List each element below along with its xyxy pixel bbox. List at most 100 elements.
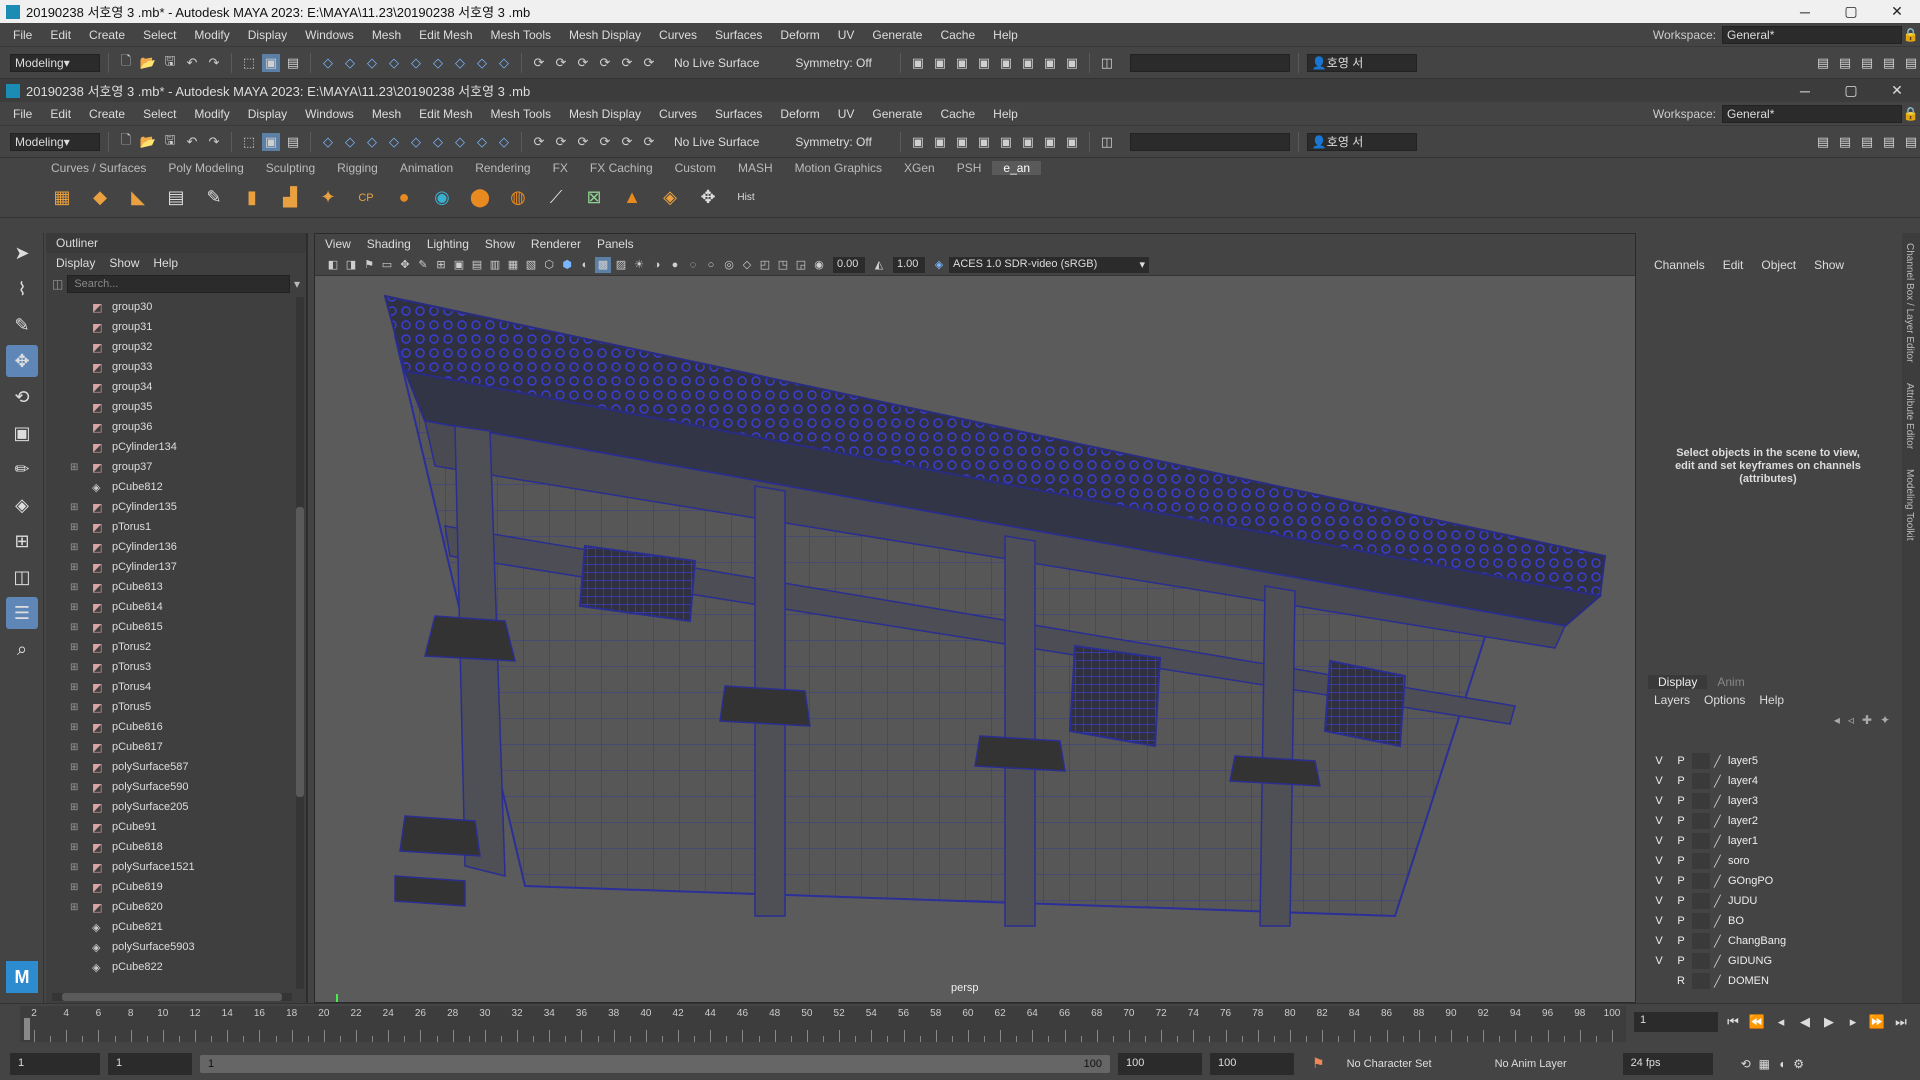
layer-row[interactable]: V P ╱ BO <box>1648 911 1886 931</box>
expand-icon[interactable]: ⊞ <box>70 642 82 653</box>
filter-icon[interactable]: ◫ <box>52 277 63 291</box>
attribute-editor-icon[interactable]: ▤ <box>1858 54 1876 72</box>
outliner-item[interactable]: ⊞ ◩ polySurface1521 <box>46 857 294 877</box>
color-space-select[interactable]: ACES 1.0 SDR-video (sRGB) ▾ <box>949 256 1149 273</box>
outliner-item[interactable]: ⊞ ◩ pCube819 <box>46 877 294 897</box>
combine-icon[interactable]: ▟ <box>276 184 304 212</box>
snap-surface-icon[interactable]: ◇ <box>407 54 425 72</box>
snap-point-icon[interactable]: ◇ <box>363 54 381 72</box>
outliner-item[interactable]: ◩ group31 <box>46 317 294 337</box>
outliner-menu-display[interactable]: Display <box>56 256 95 270</box>
menu-item-mesh[interactable]: Mesh <box>363 28 410 42</box>
outliner-layout-icon[interactable]: ☰ <box>6 597 38 629</box>
outliner-item[interactable]: ◩ group32 <box>46 337 294 357</box>
render-current-icon[interactable]: ▣ <box>931 54 949 72</box>
menu-item-help[interactable]: Help <box>984 28 1027 42</box>
shelf-tab-motion-graphics[interactable]: Motion Graphics <box>784 161 893 175</box>
menu-item-surfaces[interactable]: Surfaces <box>706 107 771 121</box>
lock-icon[interactable]: ◇ <box>473 54 491 72</box>
menu-item-surfaces[interactable]: Surfaces <box>706 28 771 42</box>
layer-visibility-toggle[interactable]: V <box>1648 835 1670 847</box>
outliner-item[interactable]: ⊞ ◩ pTorus4 <box>46 677 294 697</box>
animation-end-field[interactable]: 100 <box>1210 1052 1294 1075</box>
separate-icon[interactable]: ✦ <box>314 184 342 212</box>
expand-icon[interactable]: ⊞ <box>70 822 82 833</box>
layer-visibility-toggle[interactable]: V <box>1648 915 1670 927</box>
menu-item-mesh[interactable]: Mesh <box>363 107 410 121</box>
time-ruler[interactable]: 2 4 6 8 10 12 14 16 18 20 22 24 26 28 30 32 34 36 38 40 42 44… <box>20 1006 1626 1042</box>
outliner-item[interactable]: ◩ group30 <box>46 297 294 317</box>
modeling-toolkit-icon[interactable]: ▤ <box>1814 54 1832 72</box>
shelf-tab-psh[interactable]: PSH <box>946 161 993 175</box>
exposure-icon[interactable]: ◉ <box>811 257 827 273</box>
shelf-tab-fx[interactable]: FX <box>542 161 579 175</box>
cylinder-icon[interactable]: ⬤ <box>466 184 494 212</box>
playback-end-field[interactable]: 100 <box>1118 1052 1202 1075</box>
shelf-tab-fx-caching[interactable]: FX Caching <box>579 161 664 175</box>
wireframe-icon[interactable]: ⬡ <box>541 257 557 273</box>
select-hierarchy-icon[interactable]: ⬚ <box>240 133 258 151</box>
layer-row[interactable]: V P ╱ layer3 <box>1648 791 1886 811</box>
maximize-button[interactable]: ▢ <box>1828 3 1874 20</box>
bookmark-icon[interactable]: ⚑ <box>361 257 377 273</box>
layer-row[interactable]: V P ╱ JUDU <box>1648 891 1886 911</box>
animation-start-field[interactable]: 1 <box>10 1052 100 1075</box>
attribute-editor-icon[interactable]: ▤ <box>1858 133 1876 151</box>
shelf-tab-rendering[interactable]: Rendering <box>464 161 541 175</box>
side-tab-1[interactable]: Attribute Editor <box>1902 373 1917 459</box>
outliner-menu-show[interactable]: Show <box>109 256 139 270</box>
menu-item-uv[interactable]: UV <box>829 107 864 121</box>
cache-playback-icon[interactable]: ▦ <box>1759 1057 1770 1071</box>
grid-tool-icon[interactable]: ▦ <box>48 184 76 212</box>
play-forward-icon[interactable]: ▶ <box>1820 1014 1838 1030</box>
viewport-menu-shading[interactable]: Shading <box>367 237 411 251</box>
step-back-frame-icon[interactable]: ◂ <box>1772 1014 1790 1030</box>
gamma-field[interactable]: 1.00 <box>893 256 925 273</box>
side-tab-2[interactable]: Modeling Toolkit <box>1902 459 1917 551</box>
outliner-item[interactable]: ⊞ ◩ pTorus3 <box>46 657 294 677</box>
layer-visibility-toggle[interactable]: V <box>1648 775 1670 787</box>
auto-key-icon[interactable]: ⚑ <box>1312 1055 1325 1072</box>
layer-visibility-toggle[interactable]: V <box>1648 895 1670 907</box>
maximize-button[interactable]: ▢ <box>1828 82 1874 99</box>
construction-history-icon[interactable]: ⟳ <box>574 133 592 151</box>
character-controls-icon[interactable]: ▤ <box>1836 54 1854 72</box>
camera-attr-icon[interactable]: ◨ <box>343 257 359 273</box>
select-component-icon[interactable]: ▤ <box>284 133 302 151</box>
snap-curve-icon[interactable]: ◇ <box>341 54 359 72</box>
cone-icon[interactable]: ◍ <box>504 184 532 212</box>
outliner-item[interactable]: ⊞ ◩ pCube816 <box>46 717 294 737</box>
isolate-select-icon[interactable]: ◇ <box>739 257 755 273</box>
outliner-item[interactable]: ⊞ ◩ pCube818 <box>46 837 294 857</box>
rotate-ops-icon[interactable]: ⟳ <box>640 54 658 72</box>
user-account-select[interactable]: 👤 호영 서 <box>1306 132 1417 151</box>
snap-point-icon[interactable]: ◇ <box>363 133 381 151</box>
save-scene-icon[interactable]: 🖫 <box>161 53 179 72</box>
undo-icon[interactable]: ↶ <box>183 133 201 151</box>
pen-icon[interactable]: ✎ <box>200 184 228 212</box>
go-to-end-icon[interactable]: ⏭ <box>1892 1014 1910 1030</box>
outliner-item[interactable]: ⊞ ◩ pCube817 <box>46 737 294 757</box>
channel-box-menu-channels[interactable]: Channels <box>1654 258 1705 272</box>
playback-start-field[interactable]: 1 <box>108 1052 192 1075</box>
lasso-tool-icon[interactable]: ⌇ <box>6 273 38 305</box>
layer-visibility-toggle[interactable]: V <box>1648 875 1670 887</box>
fps-select[interactable]: 24 fps <box>1622 1052 1713 1075</box>
outliner-item[interactable]: ◩ group33 <box>46 357 294 377</box>
step-back-key-icon[interactable]: ⏪ <box>1748 1014 1766 1030</box>
shelf-tab-custom[interactable]: Custom <box>664 161 727 175</box>
menu-item-edit-mesh[interactable]: Edit Mesh <box>410 28 481 42</box>
expand-icon[interactable]: ⊞ <box>70 662 82 673</box>
layer-color-swatch[interactable] <box>1692 873 1710 889</box>
shelf-tab-rigging[interactable]: Rigging <box>326 161 389 175</box>
minimize-button[interactable]: ─ <box>1782 83 1828 99</box>
outliner-vscrollbar[interactable] <box>296 297 304 989</box>
menu-item-mesh-tools[interactable]: Mesh Tools <box>482 107 560 121</box>
layer-visibility-toggle[interactable]: V <box>1648 855 1670 867</box>
close-button[interactable]: ✕ <box>1874 3 1920 20</box>
menu-item-deform[interactable]: Deform <box>771 107 828 121</box>
camera-icon[interactable]: ◧ <box>325 257 341 273</box>
layer-menu-help[interactable]: Help <box>1759 693 1784 707</box>
minimize-button[interactable]: ─ <box>1782 4 1828 20</box>
layer-visibility-toggle[interactable]: V <box>1648 815 1670 827</box>
